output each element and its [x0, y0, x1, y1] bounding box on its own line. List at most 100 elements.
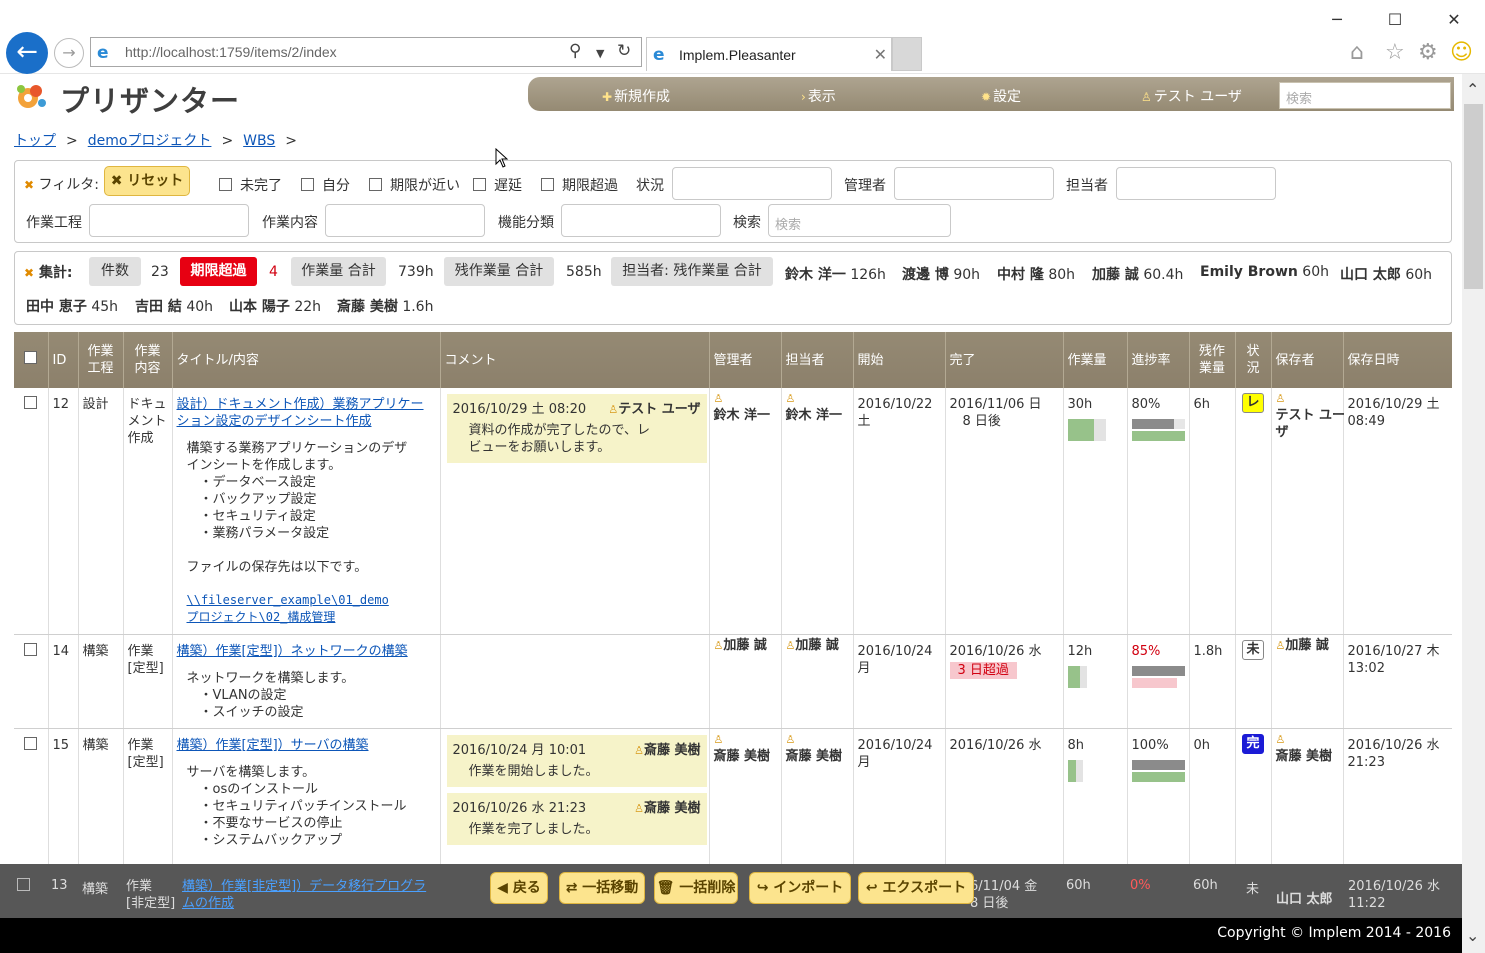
import-button[interactable]: ↪ インポート [749, 872, 851, 904]
filter-overdue-checkbox[interactable]: 期限超過 [541, 175, 618, 195]
reset-button-label: リセット [127, 173, 184, 189]
col-id[interactable]: ID [48, 332, 79, 388]
close-icon[interactable]: ✖ [24, 266, 34, 280]
comment-body: 作業を開始しました。 [468, 763, 599, 779]
close-window-button[interactable]: ✕ [1439, 8, 1469, 32]
user-icon: ♙ [634, 743, 644, 757]
col-remain[interactable]: 残作 業量 [1189, 332, 1236, 388]
maximize-button[interactable]: ☐ [1380, 8, 1410, 32]
filter-mine-checkbox[interactable]: 自分 [301, 175, 350, 195]
work-content-filter-input[interactable] [325, 204, 485, 237]
row-end: 6/11/04 金 8 日後 [970, 879, 1038, 911]
checkbox-box[interactable] [473, 178, 486, 191]
row-checkbox[interactable] [17, 878, 30, 895]
export-button[interactable]: ↩ エクスポート [858, 872, 974, 904]
checkbox-box[interactable] [301, 178, 314, 191]
col-end[interactable]: 完了 [945, 332, 1064, 388]
col-updated[interactable]: 保存日時 [1343, 332, 1452, 388]
owner-filter-label: 担当者 [1066, 178, 1108, 194]
row-title-link[interactable]: 設計）ドキュメント作成）業務アプリケーション設定のデザインシート作成 [177, 397, 424, 429]
col-comment[interactable]: コメント [440, 332, 710, 388]
status-filter-input[interactable] [672, 167, 832, 200]
scrollbar-thumb[interactable] [1464, 104, 1483, 289]
close-icon[interactable]: ✖ [24, 178, 34, 192]
col-progress[interactable]: 進捗率 [1127, 332, 1190, 388]
row-end: 2016/10/26 水 [945, 728, 1064, 864]
nav-view[interactable]: › 表示 [801, 86, 836, 106]
nav-user[interactable]: ♙ テスト ユーザ [1141, 86, 1242, 106]
file-path-link[interactable]: \\fileserver_example\01_demo プロジェクト\02_構… [187, 593, 389, 624]
breadcrumb-project[interactable]: demoプロジェクト [88, 133, 212, 149]
col-owner[interactable]: 担当者 [781, 332, 854, 388]
back-arrow-icon[interactable]: ← [6, 32, 48, 74]
filter-incomplete-checkbox[interactable]: 未完了 [219, 175, 282, 195]
row-remain-text: 6h [1193, 397, 1211, 412]
checkbox-label: 期限が近い [390, 178, 460, 194]
breadcrumb-wbs[interactable]: WBS [243, 133, 275, 149]
forward-arrow-icon[interactable]: → [54, 38, 84, 68]
col-updater[interactable]: 保存者 [1271, 332, 1344, 388]
feature-filter-input[interactable] [561, 204, 721, 237]
table-row[interactable]: 14 構築 作業 [定型] 構築）作業[定型]）ネットワークの構築 ネットワークを構築し… [14, 634, 1452, 729]
col-status[interactable]: 状 況 [1235, 332, 1272, 388]
select-all-checkbox[interactable] [24, 351, 38, 364]
col-work[interactable]: 作業量 [1063, 332, 1128, 388]
scroll-up-icon[interactable]: ⌃ [1466, 80, 1479, 99]
nav-settings[interactable]: ✹ 設定 [981, 86, 1021, 106]
scroll-down-icon[interactable]: ⌄ [1466, 926, 1479, 945]
comment: 2016/10/24 月 10:01 ♙斎藤 美樹 作業を開始しました。 [446, 734, 707, 787]
overdue-value: 4 [269, 264, 278, 280]
row-checkbox[interactable] [24, 396, 38, 409]
close-tab-icon[interactable]: ✕ [874, 45, 887, 64]
table-row[interactable]: 12 設計 ドキュメント作成 設計）ドキュメント作成）業務アプリケーション設定のデザイ… [14, 388, 1452, 635]
dropdown-arrow-icon[interactable]: ▼ [596, 47, 604, 60]
table-row[interactable]: 15 構築 作業 [定型] 構築）作業[定型]）サーバの構築 サーバを構築します。 ・o… [14, 728, 1452, 864]
header-search-input[interactable]: 検索 [1279, 82, 1451, 109]
back-button[interactable]: ◀ 戻る [490, 872, 548, 904]
row-updater: ♙加藤 誠 [1271, 634, 1344, 729]
smiley-icon[interactable]: ☺ [1450, 40, 1473, 65]
minimize-button[interactable]: ─ [1322, 8, 1352, 32]
owner-filter-input[interactable] [1116, 167, 1276, 200]
col-process[interactable]: 作業 工程 [78, 332, 124, 388]
breadcrumb-top[interactable]: トップ [14, 133, 56, 149]
select-all-header[interactable] [14, 332, 49, 388]
bulk-delete-button[interactable]: 🗑 一括削除 [654, 872, 738, 904]
col-title[interactable]: タイトル/内容 [172, 332, 441, 388]
page-scrollbar[interactable]: ⌃ ⌄ [1462, 74, 1485, 953]
gear-icon[interactable]: ⚙ [1418, 40, 1438, 65]
col-start[interactable]: 開始 [853, 332, 946, 388]
checkbox-box[interactable] [369, 178, 382, 191]
row-title-link[interactable]: 構築）作業[定型]）サーバの構築 [177, 738, 369, 753]
search-icon[interactable]: ⚲ [569, 41, 581, 61]
row-title-link[interactable]: 構築）作業[定型]）ネットワークの構築 [177, 644, 408, 659]
row-work: 30h [1063, 388, 1128, 635]
work-process-filter-input[interactable] [89, 204, 249, 237]
filter-near-deadline-checkbox[interactable]: 期限が近い [369, 175, 460, 195]
home-icon[interactable]: ⌂ [1350, 40, 1364, 65]
checkbox-box[interactable] [541, 178, 554, 191]
manager-filter-input[interactable] [894, 167, 1054, 200]
row-title: 設計）ドキュメント作成）業務アプリケーション設定のデザインシート作成 構築する業務… [172, 388, 441, 635]
url-text[interactable]: http://localhost:1759/items/2/index [125, 44, 337, 60]
checkbox-box[interactable] [219, 178, 232, 191]
bulk-move-button[interactable]: ⇄ 一括移動 [559, 872, 645, 904]
search-filter-input[interactable]: 検索 [768, 204, 951, 237]
nav-new[interactable]: ✚ 新規作成 [602, 86, 670, 106]
col-content[interactable]: 作業 内容 [123, 332, 173, 388]
summary-person: 山口 太郎 60h [1340, 267, 1433, 283]
app-header: プリザンター ✚ 新規作成 › 表示 ✹ 設定 ♙ テスト ユーザ 検索 [0, 74, 1462, 124]
col-manager[interactable]: 管理者 [709, 332, 782, 388]
filter-delay-checkbox[interactable]: 遅延 [473, 175, 522, 195]
reset-button[interactable]: ✖ リセット [104, 166, 190, 196]
row-title-link[interactable]: 構築）作業[非定型]）データ移行プログラムの作成 [182, 878, 432, 912]
new-tab-button[interactable] [892, 37, 922, 71]
feature-filter-label: 機能分類 [498, 215, 554, 231]
refresh-icon[interactable]: ↻ [617, 41, 631, 61]
address-bar[interactable]: e http://localhost:1759/items/2/index ⚲ … [90, 37, 642, 67]
row-checkbox[interactable] [24, 642, 38, 656]
row-checkbox[interactable] [24, 736, 38, 750]
browser-tab[interactable]: e Implem.Pleasanter ✕ [646, 37, 892, 71]
favorites-star-icon[interactable]: ☆ [1385, 40, 1405, 65]
breadcrumb-separator: > [285, 133, 297, 149]
